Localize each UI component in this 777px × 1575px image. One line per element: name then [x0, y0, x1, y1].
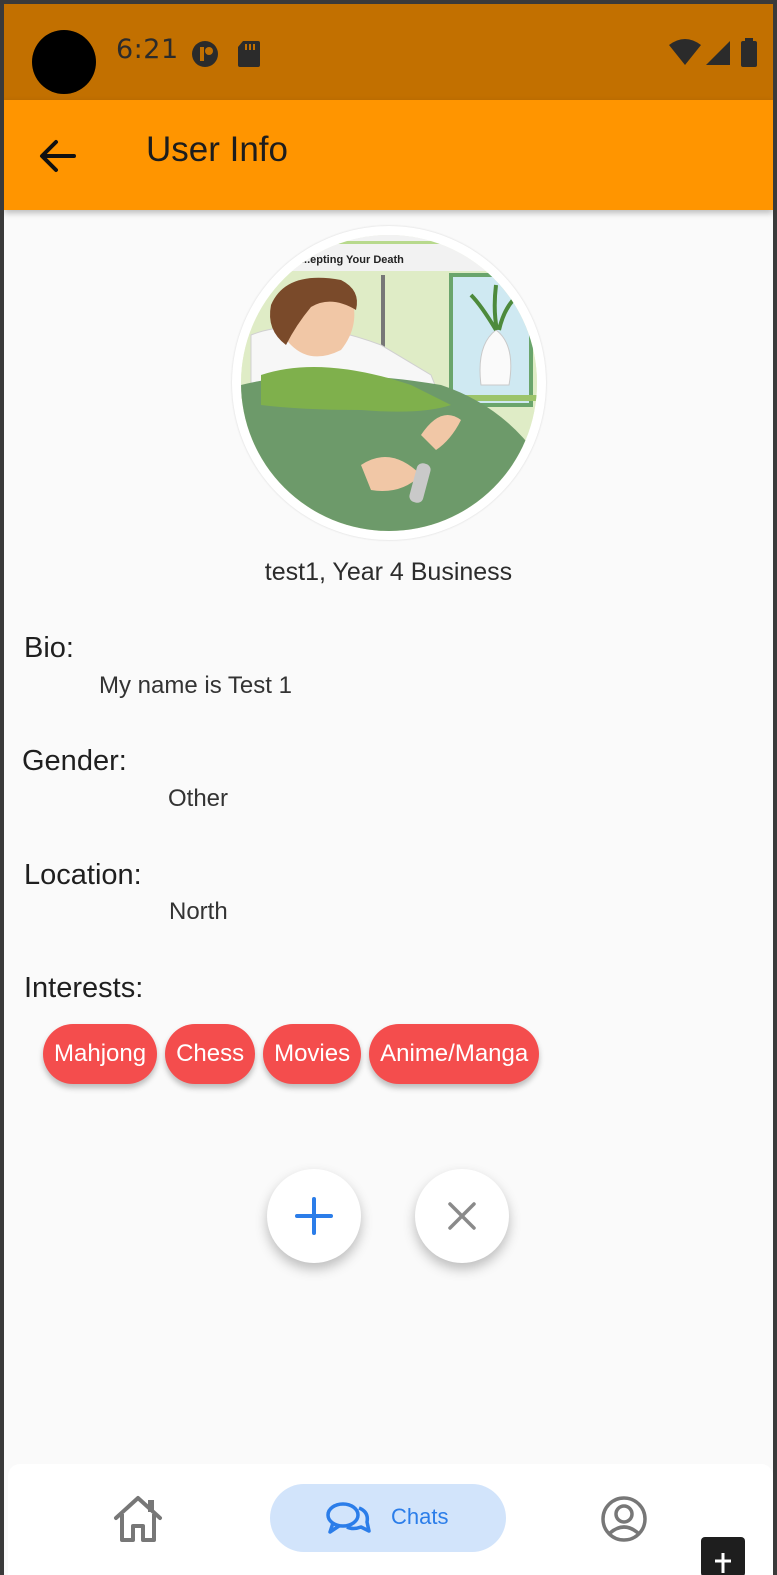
location-label: Location: [24, 859, 142, 891]
interests-list: Mahjong Chess Movies Anime/Manga [43, 1024, 540, 1084]
status-bar: 6:21 [4, 4, 773, 100]
account-circle-icon[interactable] [600, 1495, 648, 1543]
sd-card-icon [238, 41, 260, 67]
avatar-image: ...epting Your Death [241, 235, 537, 531]
profile-name-line: test1, Year 4 Business [264, 558, 513, 586]
plus-icon [295, 1197, 333, 1235]
avatar: ...epting Your Death [232, 226, 546, 540]
interests-label: Interests: [24, 972, 144, 1004]
nav-label-chats: Chats [391, 1504, 449, 1529]
camera-cutout [32, 30, 96, 94]
location-value: North [169, 898, 228, 925]
add-friend-button[interactable] [267, 1169, 361, 1263]
avatar-illustration: ...epting Your Death [241, 235, 537, 531]
battery-icon [741, 38, 757, 67]
cell-signal-icon [706, 41, 730, 65]
dismiss-button[interactable] [415, 1169, 509, 1263]
bio-label: Bio: [24, 632, 74, 664]
plus-icon [715, 1553, 731, 1573]
wifi-icon [669, 39, 701, 65]
chat-bubbles-icon [326, 1502, 371, 1534]
app-bar: User Info [4, 100, 773, 210]
status-time: 6:21 [116, 34, 179, 65]
interest-chip: Anime/Manga [369, 1024, 540, 1084]
gender-value: Other [168, 785, 229, 812]
nav-item-chats[interactable]: Chats [270, 1484, 506, 1552]
app-notification-icon [192, 41, 218, 67]
interest-chip: Movies [263, 1024, 362, 1084]
bottom-navigation: Chats [8, 1464, 773, 1575]
back-arrow-icon[interactable] [38, 136, 78, 176]
interest-chip: Mahjong [43, 1024, 158, 1084]
screen: 6:21 User Info ...epting Your Death test… [4, 4, 773, 1575]
home-icon[interactable] [112, 1494, 164, 1544]
avatar-caption: ...epting Your Death [301, 254, 404, 266]
interest-chip: Chess [165, 1024, 256, 1084]
gender-label: Gender: [22, 745, 127, 777]
floating-add-handle[interactable] [701, 1537, 745, 1575]
page-title: User Info [146, 130, 288, 169]
close-icon [448, 1202, 476, 1230]
bio-value: My name is Test 1 [99, 672, 292, 699]
